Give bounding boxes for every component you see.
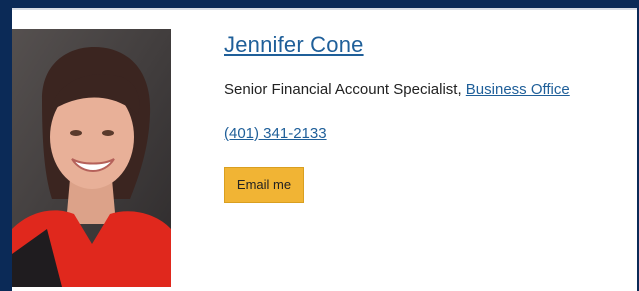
staff-name-link[interactable]: Jennifer Cone (224, 32, 364, 58)
job-title: Senior Financial Account Specialist, (224, 81, 466, 98)
email-button-wrap: Email me (224, 142, 570, 203)
department-link[interactable]: Business Office (466, 81, 570, 98)
phone-link[interactable]: (401) 341-2133 (224, 125, 570, 142)
email-button[interactable]: Email me (224, 167, 304, 203)
staff-portrait (12, 29, 171, 287)
staff-info: Jennifer Cone Senior Financial Account S… (224, 32, 570, 203)
staff-card: Jennifer Cone Senior Financial Account S… (12, 8, 637, 291)
staff-title: Senior Financial Account Specialist, Bus… (224, 81, 570, 98)
